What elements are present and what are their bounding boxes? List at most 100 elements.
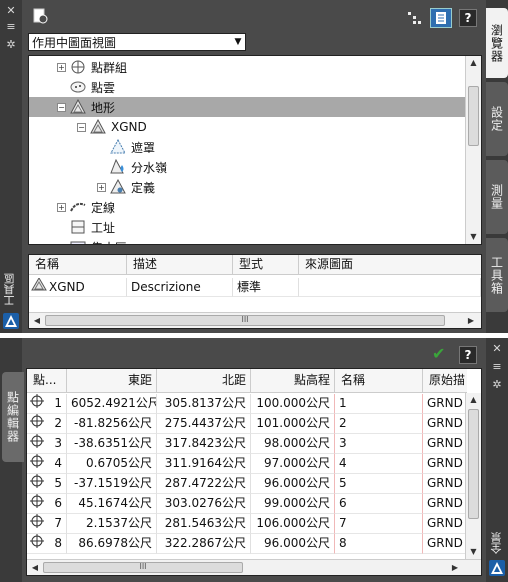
point-number-cell: 3 (27, 434, 67, 454)
column-header-easting[interactable]: 東距 (67, 369, 157, 392)
collapse-icon[interactable]: − (77, 122, 86, 132)
point-raw-cell: GRND (423, 394, 467, 414)
tab-toolbox[interactable]: 工具箱 (486, 238, 508, 312)
bottom-left-strip: 點編輯器 (0, 338, 24, 582)
column-header-style[interactable]: 型式 (233, 255, 299, 274)
watershed-icon (109, 159, 127, 175)
scroll-down-icon[interactable]: ▼ (466, 545, 481, 559)
point-elev-cell: 96.000公尺 (251, 534, 335, 554)
table-row[interactable]: 5 -37.1519公尺 287.4722公尺 96.000公尺 5 GRND (27, 474, 467, 494)
scroll-down-icon[interactable]: ▼ (466, 230, 481, 244)
tree-vertical-scrollbar[interactable]: ▲ ▼ (465, 56, 481, 244)
tree-item[interactable]: + 定線 (57, 197, 115, 217)
grid-vertical-scrollbar[interactable]: ▲ ▼ (465, 393, 481, 559)
close-icon[interactable]: ✕ (487, 342, 507, 356)
point-name-cell: 5 (335, 474, 423, 494)
point-east-cell: 6052.4921公尺 (67, 394, 157, 414)
tree-item[interactable]: 分水嶺 (97, 157, 167, 177)
column-header-raw-description[interactable]: 原始描 (423, 369, 467, 392)
point-raw-cell: GRND (423, 494, 467, 514)
hscroll-thumb[interactable]: III (45, 315, 445, 326)
column-header-elevation[interactable]: 點高程 (251, 369, 335, 392)
menu-icon[interactable]: ≡ (487, 360, 507, 374)
scroll-up-icon[interactable]: ▲ (466, 393, 481, 407)
tree-item[interactable]: 工址 (57, 217, 115, 237)
tab-survey[interactable]: 測量 (486, 160, 508, 234)
table-row[interactable]: 8 86.6978公尺 322.2867公尺 96.000公尺 8 GRND (27, 534, 467, 554)
point-east-cell: -38.6351公尺 (67, 434, 157, 454)
scroll-thumb[interactable] (468, 409, 479, 519)
list-horizontal-scrollbar[interactable]: ◀ III ▶ (29, 312, 481, 328)
point-name-cell: 7 (335, 514, 423, 534)
column-header-source[interactable]: 來源圖面 (299, 255, 481, 274)
point-marker-icon (29, 514, 45, 533)
scroll-up-icon[interactable]: ▲ (466, 56, 481, 70)
collapse-icon[interactable]: − (57, 102, 66, 112)
site-icon (69, 219, 87, 235)
grid-horizontal-scrollbar[interactable]: ◀ III ▶ (27, 559, 481, 575)
point-marker-icon (29, 494, 45, 513)
tree-item[interactable]: 集水區 (57, 237, 127, 244)
tree-view-icon[interactable] (405, 9, 425, 27)
column-header-description[interactable]: 描述 (127, 255, 233, 274)
table-row[interactable]: 4 0.6705公尺 311.9164公尺 97.000公尺 4 GRND (27, 454, 467, 474)
help-button[interactable]: ? (459, 9, 477, 27)
point-name-cell: 8 (335, 534, 423, 554)
tree-item[interactable]: − 地形 (57, 97, 115, 117)
tree-item[interactable]: + 點群組 (57, 57, 127, 77)
tree-item[interactable]: 遮罩 (97, 137, 155, 157)
autodesk-logo-icon (489, 560, 505, 576)
help-button-bottom[interactable]: ? (459, 346, 477, 364)
point-marker-icon (29, 454, 45, 473)
column-header-point-number[interactable]: 點... (27, 369, 67, 392)
tree-item-label: 定義 (131, 180, 156, 195)
point-north-cell: 322.2867公尺 (157, 534, 251, 554)
tab-settings[interactable]: 設定 (486, 82, 508, 156)
point-number-cell: 7 (27, 514, 67, 534)
scroll-right-icon[interactable]: ▶ (465, 314, 477, 328)
item-list-view: 名稱 描述 型式 來源圖面 XGND Descrizione 標準 ◀ III … (28, 254, 482, 329)
table-row[interactable]: 7 2.1537公尺 281.5463公尺 106.000公尺 7 GRND (27, 514, 467, 534)
table-row[interactable]: 1 6052.4921公尺 305.8137公尺 100.000公尺 1 GRND (27, 394, 467, 414)
column-header-name[interactable]: 名稱 (335, 369, 423, 392)
scroll-left-icon[interactable]: ◀ (29, 561, 41, 575)
point-number-cell: 8 (27, 534, 67, 554)
checkmark-icon[interactable]: ✔ (432, 344, 445, 363)
tab-point-editor[interactable]: 點編輯器 (2, 372, 24, 462)
view-select[interactable]: 作用中圖面視圖 ▼ (28, 33, 246, 51)
point-elev-cell: 96.000公尺 (251, 474, 335, 494)
point-north-cell: 317.8423公尺 (157, 434, 251, 454)
tree-item[interactable]: 點雲 (57, 77, 115, 97)
scroll-right-icon[interactable]: ▶ (449, 561, 461, 575)
tree-item[interactable]: + 定義 (97, 177, 155, 197)
column-header-northing[interactable]: 北距 (157, 369, 251, 392)
item-view-toggle-icon[interactable] (430, 8, 452, 28)
column-header-name[interactable]: 名稱 (29, 255, 127, 274)
point-marker-icon (29, 534, 45, 553)
tab-prospector[interactable]: 瀏覽器 (486, 8, 508, 78)
new-item-icon[interactable] (30, 7, 50, 25)
close-icon[interactable]: ✕ (1, 4, 21, 18)
hscroll-thumb[interactable]: III (43, 562, 243, 573)
tree-item[interactable]: − XGND (77, 117, 147, 137)
settings-icon[interactable]: ✲ (1, 38, 21, 52)
view-select-value: 作用中圖面視圖 (32, 35, 117, 50)
list-cell-style: 標準 (233, 278, 299, 297)
point-grid: 點... 東距 北距 點高程 名稱 原始描 1 6052.4921公尺 305.81… (26, 368, 482, 576)
menu-icon[interactable]: ≡ (1, 20, 21, 34)
point-east-cell: 2.1537公尺 (67, 514, 157, 534)
scroll-left-icon[interactable]: ◀ (31, 314, 43, 328)
point-marker-icon (29, 394, 45, 413)
scroll-thumb[interactable] (468, 86, 479, 146)
point-north-cell: 287.4722公尺 (157, 474, 251, 494)
settings-icon[interactable]: ✲ (487, 378, 507, 392)
tree-item-label: XGND (111, 120, 147, 134)
table-row[interactable]: 3 -38.6351公尺 317.8423公尺 98.000公尺 3 GRND (27, 434, 467, 454)
list-row[interactable]: XGND Descrizione 標準 (29, 278, 481, 297)
expand-icon[interactable]: + (57, 62, 66, 72)
point-north-cell: 275.4437公尺 (157, 414, 251, 434)
expand-icon[interactable]: + (57, 202, 66, 212)
table-row[interactable]: 6 45.1674公尺 303.0276公尺 99.000公尺 6 GRND (27, 494, 467, 514)
expand-icon[interactable]: + (97, 182, 106, 192)
table-row[interactable]: 2 -81.8256公尺 275.4437公尺 101.000公尺 2 GRND (27, 414, 467, 434)
